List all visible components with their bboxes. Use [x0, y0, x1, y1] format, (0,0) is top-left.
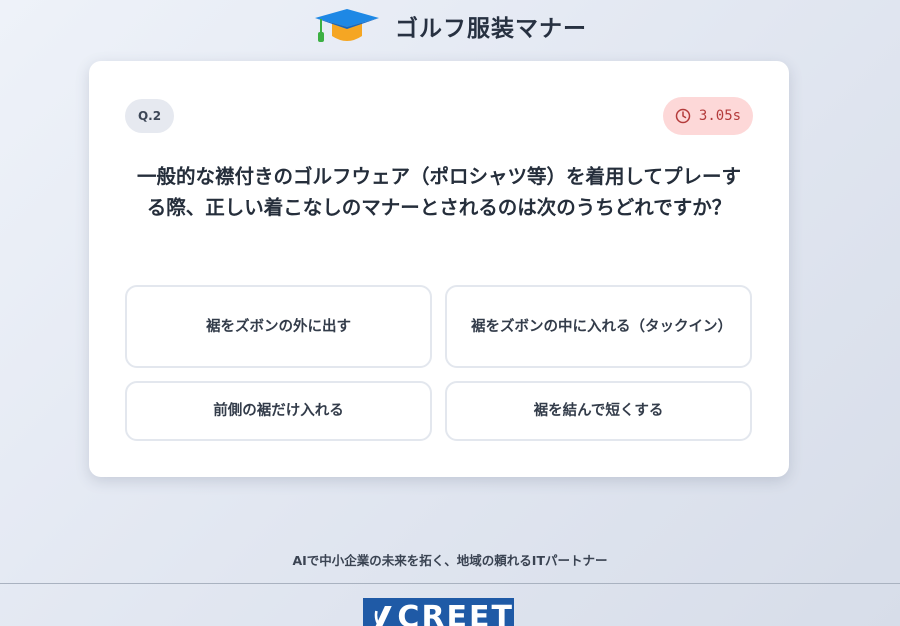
logo-text: CREET [397, 600, 514, 626]
answer-option-label: 裾をズボンの外に出す [206, 318, 351, 335]
app-header: ゴルフ服装マナー [0, 6, 900, 46]
answer-option-label: 裾をズボンの中に入れる（タックイン） [471, 318, 732, 335]
timer-value: 3.05s [698, 108, 742, 124]
company-logo[interactable]: CREET [363, 598, 514, 626]
answer-option-4[interactable]: 裾を結んで短くする [445, 381, 752, 441]
answer-option-1[interactable]: 裾をズボンの外に出す [125, 285, 432, 368]
question-text: 一般的な襟付きのゴルフウェア（ポロシャツ等）を着用してプレーする際、正しい着こな… [137, 165, 741, 219]
graduation-cap-icon [315, 9, 379, 42]
quiz-card: Q.2 3.05s 一般的な襟付きのゴルフウェア（ポロシャツ等）を着用してプレー… [89, 61, 789, 477]
question-number-badge: Q.2 [125, 99, 174, 133]
answer-option-3[interactable]: 前側の裾だけ入れる [125, 381, 432, 441]
footer-tagline: AIで中小企業の未来を拓く、地域の頼れるITパートナー [292, 553, 608, 568]
timer-badge: 3.05s [663, 97, 753, 135]
answer-option-label: 裾を結んで短くする [533, 403, 664, 419]
clock-icon [675, 108, 691, 124]
footer-divider [0, 583, 900, 584]
logo-mark-icon [374, 605, 392, 626]
app-title: ゴルフ服装マナー [395, 16, 587, 42]
answer-option-2[interactable]: 裾をズボンの中に入れる（タックイン） [445, 285, 752, 368]
answer-option-label: 前側の裾だけ入れる [213, 403, 344, 419]
